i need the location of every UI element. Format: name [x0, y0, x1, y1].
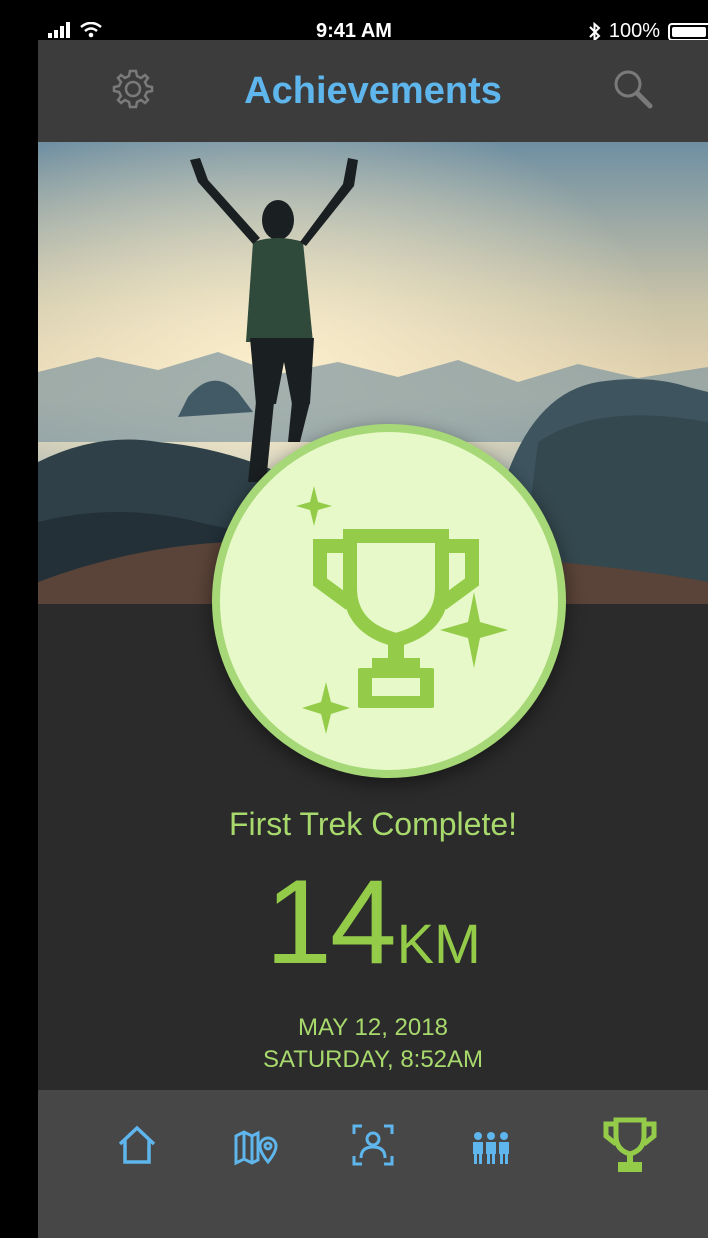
app-screen: 9:41 AM 100% Achievements First Trek Com… [38, 0, 708, 1238]
search-icon[interactable] [610, 66, 656, 112]
achievement-badge [212, 424, 566, 778]
profile-scan-icon[interactable] [348, 1120, 398, 1170]
achievement-date: MAY 12, 2018 [298, 1014, 448, 1041]
distance-unit: KM [396, 912, 481, 975]
group-icon[interactable] [466, 1120, 516, 1170]
distance-display: 14KM [38, 862, 708, 982]
achievement-date-block: MAY 12, 2018 SATURDAY, 8:52AM [38, 1012, 708, 1077]
map-icon[interactable] [230, 1120, 280, 1170]
achievement-title: First Trek Complete! [228, 806, 518, 842]
distance-value: 14 [265, 855, 396, 989]
tab-bar [38, 1090, 708, 1238]
trophy-icon [296, 486, 508, 734]
bluetooth-icon [589, 21, 601, 42]
achievement-day-time: SATURDAY, 8:52AM [262, 1046, 484, 1074]
home-icon[interactable] [112, 1120, 162, 1170]
battery-icon [668, 22, 708, 41]
navigation-bar: Achievements [38, 40, 708, 142]
page-title: Achievements [244, 70, 502, 112]
trophy-icon[interactable] [598, 1112, 662, 1176]
